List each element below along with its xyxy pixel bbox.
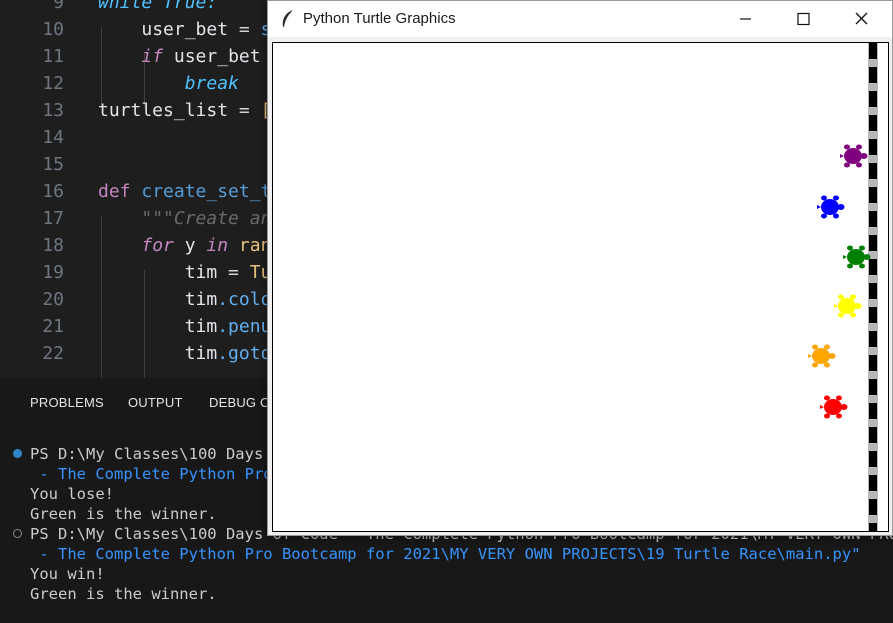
code-token: ran [228, 235, 272, 256]
yellow-turtle-icon [834, 294, 862, 318]
code-token: if [141, 46, 164, 67]
turtle-graphics-window[interactable]: Python Turtle Graphics [267, 0, 893, 536]
terminal-line: Green is the winner. [30, 505, 217, 523]
purple-turtle-icon [840, 144, 868, 168]
terminal-line: - The Complete Python Pro Bootcamp for 2… [30, 545, 861, 563]
code-token: user_bet [163, 46, 261, 67]
code-text: while True: [98, 0, 217, 16]
code-text: tim.colo [98, 286, 272, 313]
close-icon [855, 12, 868, 25]
code-token: in [206, 235, 229, 256]
code-token: for [141, 235, 174, 256]
line-number: 17 [42, 208, 64, 229]
tab-output[interactable]: OUTPUT [128, 395, 183, 410]
finish-line [868, 43, 878, 531]
feather-icon [282, 9, 294, 28]
window-title: Python Turtle Graphics [303, 10, 456, 27]
line-number: 19 [42, 262, 64, 283]
code-token: y [173, 235, 207, 256]
line-number: 14 [42, 127, 64, 148]
line-number: 20 [42, 289, 64, 310]
code-token: = [228, 100, 261, 121]
code-token: tim [184, 316, 218, 337]
line-number: 15 [42, 154, 64, 175]
line-number: 10 [42, 19, 64, 40]
close-button[interactable] [832, 1, 890, 37]
green-turtle-icon [843, 245, 871, 269]
code-token: break [184, 73, 239, 94]
code-token: tim [184, 343, 218, 364]
code-text: if user_bet [98, 43, 261, 70]
line-number: 21 [42, 316, 64, 337]
code-token: create_set_t [141, 181, 272, 202]
code-text: def create_set_t [98, 178, 271, 205]
code-text: """Create an [98, 205, 271, 232]
terminal-line: PS D:\My Classes\100 Days o [30, 445, 282, 463]
maximize-button[interactable] [774, 1, 832, 37]
terminal-line: You lose! [30, 485, 114, 503]
code-token: turtles_list [98, 100, 229, 121]
line-number: 12 [42, 73, 64, 94]
red-turtle-icon [820, 395, 848, 419]
code-text: tim.penu [98, 313, 272, 340]
line-number: 11 [42, 46, 64, 67]
orange-turtle-icon [808, 344, 836, 368]
command-pending-icon[interactable] [13, 529, 22, 538]
terminal-line: You win! [30, 565, 105, 583]
minimize-icon [740, 18, 751, 20]
code-token: while True: [98, 0, 218, 13]
code-token: .goto [217, 343, 272, 364]
line-number: 9 [53, 0, 64, 13]
line-number: 22 [42, 343, 64, 364]
code-token: tim [184, 289, 218, 310]
command-success-icon[interactable] [13, 449, 22, 458]
code-token: def [98, 181, 131, 202]
line-number: 13 [42, 100, 64, 121]
line-number: 18 [42, 235, 64, 256]
minimize-button[interactable] [716, 1, 774, 37]
tab-problems[interactable]: PROBLEMS [30, 395, 104, 410]
code-token: .colo [217, 289, 272, 310]
code-text: tim = Tu [98, 259, 272, 286]
turtle-canvas[interactable] [272, 42, 889, 532]
line-number: 16 [42, 181, 64, 202]
code-token: """Create an [141, 208, 272, 229]
blue-turtle-icon [817, 195, 845, 219]
code-text: tim.goto [98, 340, 272, 367]
window-titlebar[interactable]: Python Turtle Graphics [268, 1, 892, 37]
code-token: .penu [217, 316, 272, 337]
code-text: break [98, 70, 239, 97]
terminal-line: Green is the winner. [30, 585, 217, 603]
code-text: turtles_list = [ [98, 97, 271, 124]
code-token: tim [184, 262, 218, 283]
code-token: user_bet [141, 19, 229, 40]
code-text: user_bet = s [98, 16, 271, 43]
code-token: = [228, 19, 261, 40]
code-token: = [217, 262, 250, 283]
terminal-line: - The Complete Python Pro [30, 465, 273, 483]
maximize-icon [797, 12, 810, 26]
code-text: for y in ran [98, 232, 271, 259]
